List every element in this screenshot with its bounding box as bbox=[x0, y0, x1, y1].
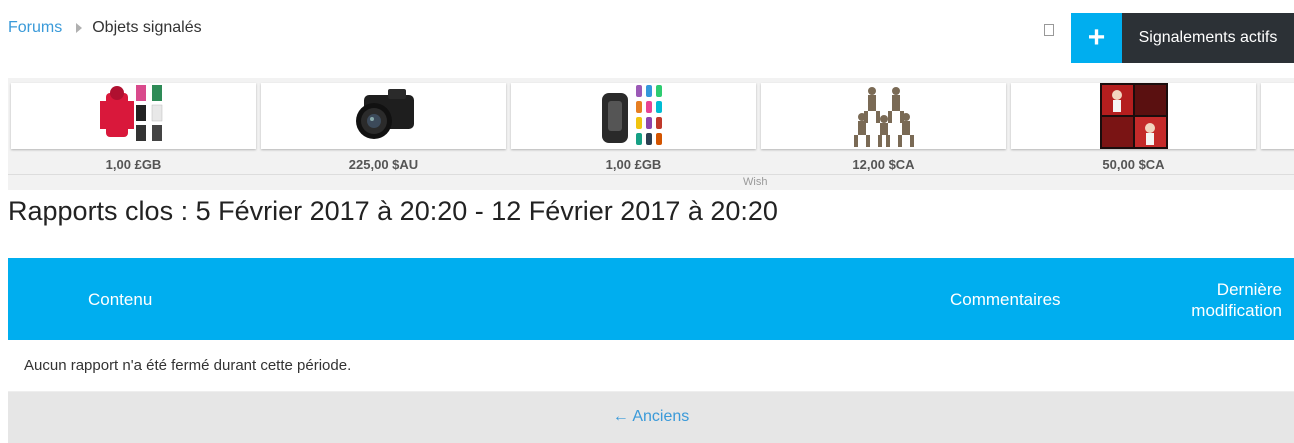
figurines-image bbox=[853, 87, 914, 147]
ad-item[interactable]: 50,00 $CA bbox=[1011, 83, 1256, 172]
hoodies-image bbox=[99, 85, 162, 141]
pager: ← Anciens bbox=[8, 392, 1294, 443]
column-header-last-modified[interactable]: Dernière modification bbox=[1191, 279, 1282, 321]
column-header-last-modified-line2: modification bbox=[1191, 301, 1282, 320]
ad-divider bbox=[8, 174, 1294, 175]
plus-icon[interactable]: + bbox=[1071, 13, 1122, 63]
breadcrumb-separator-icon bbox=[76, 23, 83, 33]
ad-price: 1,00 £GB bbox=[105, 157, 162, 172]
column-header-comments[interactable]: Commentaires bbox=[950, 290, 1061, 310]
column-header-last-modified-line1: Dernière bbox=[1216, 280, 1282, 299]
table-row: Aucun rapport n'a été fermé durant cette… bbox=[8, 340, 1294, 392]
ad-price: 1,00 £GB bbox=[605, 157, 662, 172]
fitness-band-image bbox=[601, 85, 662, 145]
ad-source-label[interactable]: Wish bbox=[743, 176, 767, 188]
older-link[interactable]: ← Anciens bbox=[8, 408, 1294, 426]
ad-item[interactable] bbox=[1261, 83, 1294, 149]
photo-collage-image bbox=[1099, 83, 1168, 149]
ad-item[interactable]: 225,00 $AU bbox=[261, 83, 506, 172]
camera-image bbox=[355, 89, 414, 139]
ad-price: 50,00 $CA bbox=[1102, 157, 1165, 172]
breadcrumb-current: Objets signalés bbox=[92, 19, 202, 36]
table-header: Contenu Commentaires Dernière modificati… bbox=[8, 258, 1294, 340]
ad-item[interactable]: 1,00 £GB bbox=[511, 83, 756, 172]
breadcrumb: Forums Objets signalés bbox=[8, 19, 202, 37]
small-square-icon[interactable] bbox=[1044, 24, 1054, 36]
active-reports-button[interactable]: + Signalements actifs bbox=[1071, 13, 1294, 63]
ad-price: 225,00 $AU bbox=[348, 157, 419, 172]
active-reports-label[interactable]: Signalements actifs bbox=[1122, 13, 1294, 63]
empty-message: Aucun rapport n'a été fermé durant cette… bbox=[24, 357, 352, 374]
ad-strip: 1,00 £GB 225,00 $AU 1,00 £GB 12,00 $CA 5… bbox=[8, 78, 1294, 190]
ad-price: 12,00 $CA bbox=[852, 157, 915, 172]
ad-item[interactable]: 1,00 £GB bbox=[11, 83, 256, 172]
breadcrumb-forums-link[interactable]: Forums bbox=[8, 19, 62, 37]
column-header-content[interactable]: Contenu bbox=[88, 290, 152, 310]
ad-item[interactable]: 12,00 $CA bbox=[761, 83, 1006, 172]
page-title: Rapports clos : 5 Février 2017 à 20:20 -… bbox=[8, 196, 778, 226]
